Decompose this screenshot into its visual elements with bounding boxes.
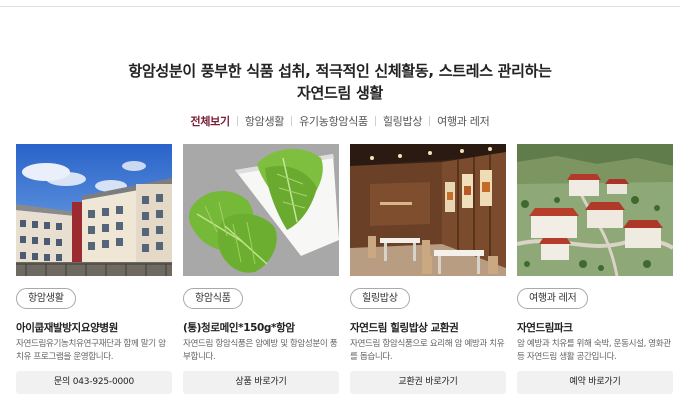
card-title[interactable]: 아이쿱재발방지요양병원 xyxy=(16,320,172,335)
card-healing-table: 힐링밥상 자연드림 힐링밥상 교환권 자연드림 항암식품으로 요리해 암 예방과… xyxy=(350,144,506,394)
card-description: 자연드림 항암식품으로 요리해 암 예방과 치유를 돕습니다. xyxy=(350,339,505,362)
top-divider xyxy=(0,6,680,7)
card-title[interactable]: 자연드림 힐링밥상 교환권 xyxy=(350,320,506,335)
card-hospital: 항암생활 아이쿱재발방지요양병원 자연드림유기농치유연구재단과 함께 말기 암 … xyxy=(16,144,172,394)
headline-line-2: 자연드림 생활 xyxy=(297,84,383,102)
card-description: 암 예방과 치유를 위해 숙박, 운동시설, 영화관 등 자연드림 생활 공간입… xyxy=(517,339,671,362)
park-aerial-photo[interactable] xyxy=(517,144,673,276)
category-badge: 항암식품 xyxy=(183,288,243,309)
tab-divider xyxy=(374,116,376,126)
product-link-button[interactable]: 상품 바로가기 xyxy=(183,371,339,394)
cabbage-leaves-photo[interactable] xyxy=(183,144,339,276)
category-badge: 힐링밥상 xyxy=(350,288,410,309)
card-description: 자연드림유기농치유연구재단과 함께 말기 암 치유 프로그램을 운영합니다. xyxy=(16,339,166,362)
tab-organic-anticancer-food[interactable]: 유기농항암식품 xyxy=(299,114,368,130)
tab-divider xyxy=(236,116,238,126)
tab-travel-leisure[interactable]: 여행과 레저 xyxy=(437,114,490,130)
tab-healing-table[interactable]: 힐링밥상 xyxy=(383,114,423,130)
tab-divider xyxy=(291,116,293,126)
tab-all[interactable]: 전체보기 xyxy=(191,114,231,130)
card-food: 항암식품 (통)청로메인*150g*항암 자연드림 항암식품은 암예방 및 항암… xyxy=(183,144,339,394)
contact-phone-button[interactable]: 문의 043-925-0000 xyxy=(16,371,172,394)
card-title[interactable]: (통)청로메인*150g*항암 xyxy=(183,320,339,335)
category-badge: 여행과 레저 xyxy=(517,288,589,309)
category-badge: 항암생활 xyxy=(16,288,76,309)
tab-anticancer-life[interactable]: 항암생활 xyxy=(245,114,285,130)
card-travel-leisure: 여행과 레저 자연드림파크 암 예방과 치유를 위해 숙박, 운동시설, 영화관… xyxy=(517,144,673,394)
card-description: 자연드림 항암식품은 암예방 및 항암성분이 풍부합니다. xyxy=(183,339,338,362)
card-title[interactable]: 자연드림파크 xyxy=(517,320,673,335)
category-tabs: 전체보기 항암생활 유기농항암식품 힐링밥상 여행과 레저 xyxy=(0,114,680,130)
tab-divider xyxy=(429,116,431,126)
restaurant-interior-photo[interactable] xyxy=(350,144,506,276)
hospital-building-photo[interactable] xyxy=(16,144,172,276)
section-headline: 항암성분이 풍부한 식품 섭취, 적극적인 신체활동, 스트레스 관리하는 자연… xyxy=(0,60,680,104)
reservation-link-button[interactable]: 예약 바로가기 xyxy=(517,371,673,394)
headline-line-1: 항암성분이 풍부한 식품 섭취, 적극적인 신체활동, 스트레스 관리하는 xyxy=(128,62,552,80)
voucher-link-button[interactable]: 교환권 바로가기 xyxy=(350,371,506,394)
